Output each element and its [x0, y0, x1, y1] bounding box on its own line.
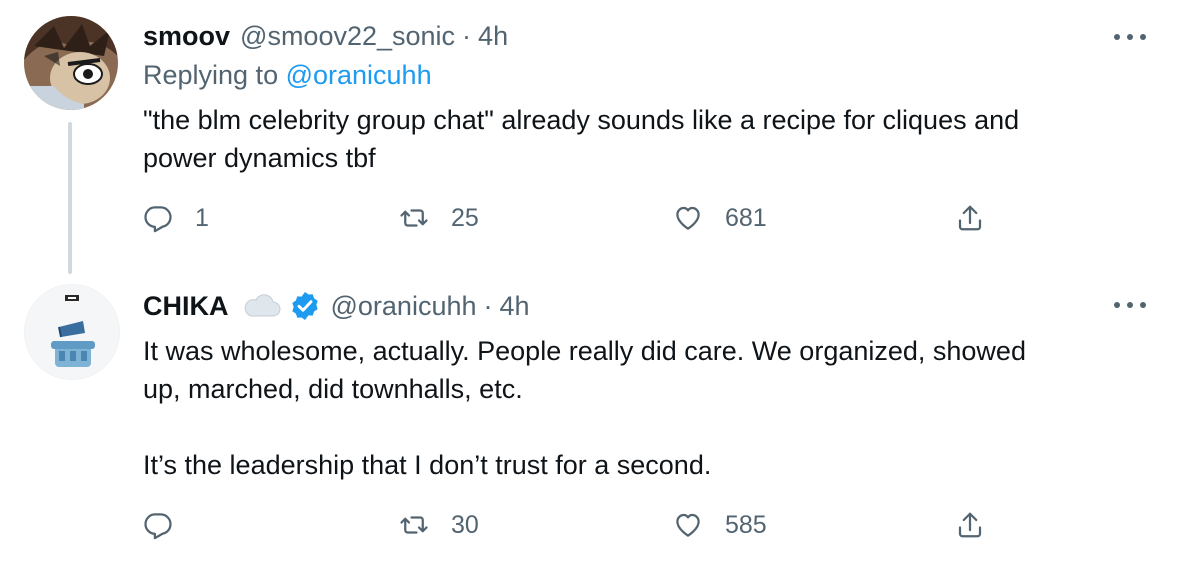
share-icon — [958, 512, 982, 538]
tweet-text: "the blm celebrity group chat" already s… — [143, 105, 1020, 173]
separator-dot: · — [462, 20, 472, 51]
verified-badge-icon[interactable] — [289, 290, 321, 322]
thread-connector-line — [68, 122, 72, 274]
retweet-icon — [400, 516, 428, 534]
retweet-button[interactable]: 30 — [399, 507, 479, 543]
retweet-button[interactable]: 25 — [399, 200, 479, 236]
reply-icon — [144, 513, 172, 540]
reply-icon — [144, 206, 172, 233]
tweet-header: CHIKA @oranicuhh · 4h — [143, 288, 530, 324]
reply-count: 1 — [195, 203, 209, 232]
user-handle[interactable]: @oranicuhh — [331, 291, 477, 322]
like-count: 585 — [725, 510, 767, 539]
like-button[interactable]: 585 — [673, 507, 767, 543]
replying-to-mention[interactable]: @oranicuhh — [286, 60, 432, 90]
user-handle[interactable]: @smoov22_sonic — [240, 21, 455, 52]
replying-to-label: Replying to — [143, 60, 286, 90]
tweet-smoov[interactable]: smoov @smoov22_sonic · 4h Replying to @o… — [0, 0, 1180, 274]
tweet-text: It was wholesome, actually. People reall… — [143, 336, 1026, 480]
retweet-count: 25 — [451, 203, 479, 232]
cloud-emoji-icon — [241, 292, 281, 320]
tweet-actions: 1 25 681 — [143, 200, 1003, 236]
tweet-actions: 30 585 — [143, 507, 1003, 543]
timestamp[interactable]: 4h — [500, 291, 530, 322]
avatar-smoov[interactable] — [24, 16, 118, 110]
avatar-chika[interactable] — [24, 284, 120, 380]
like-button[interactable]: 681 — [673, 200, 767, 236]
retweet-icon — [400, 209, 428, 227]
reply-button[interactable]: 1 — [143, 200, 209, 236]
separator-dot: · — [483, 290, 493, 321]
display-name[interactable]: smoov — [143, 21, 230, 52]
tweet-header: smoov @smoov22_sonic · 4h — [143, 18, 508, 54]
reply-button[interactable] — [143, 507, 195, 543]
retweet-count: 30 — [451, 510, 479, 539]
display-name[interactable]: CHIKA — [143, 291, 229, 322]
timestamp[interactable]: 4h — [478, 21, 508, 52]
share-button[interactable] — [955, 507, 985, 543]
share-icon — [958, 205, 982, 231]
share-button[interactable] — [955, 200, 985, 236]
heart-icon — [676, 206, 700, 230]
replying-to-line: Replying to @oranicuhh — [143, 60, 432, 91]
tweet-chika[interactable]: CHIKA @oranicuhh · 4h It was wholesome, … — [0, 270, 1180, 562]
more-icon[interactable] — [1114, 32, 1146, 42]
like-count: 681 — [725, 203, 767, 232]
more-icon[interactable] — [1114, 300, 1146, 310]
heart-icon — [676, 513, 700, 537]
